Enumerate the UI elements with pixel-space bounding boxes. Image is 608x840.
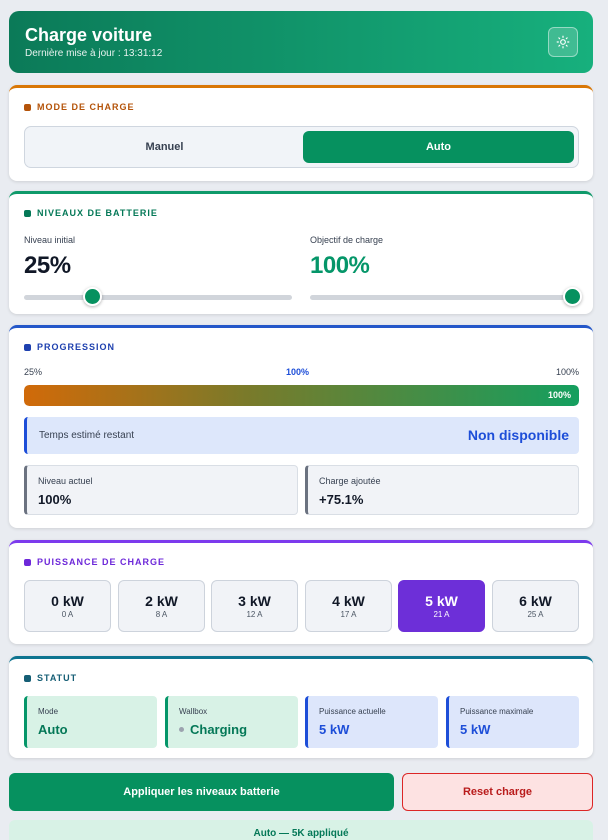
progress-bar-label: 100% bbox=[547, 390, 571, 400]
status-wallbox-label: Wallbox bbox=[179, 707, 208, 716]
power-option-5kw[interactable]: 5 kW 21 A bbox=[398, 580, 485, 632]
power-option-amps: 25 A bbox=[527, 610, 544, 619]
status-max-power-value: 5 kW bbox=[460, 722, 491, 737]
status-mode-value: Auto bbox=[38, 722, 68, 737]
theme-toggle-button[interactable] bbox=[548, 27, 578, 57]
power-option-amps: 17 A bbox=[340, 610, 357, 619]
power-option-amps: 8 A bbox=[155, 610, 168, 619]
power-option-amps: 12 A bbox=[246, 610, 263, 619]
apply-battery-levels-button[interactable]: Appliquer les niveaux batterie bbox=[9, 773, 394, 811]
power-option-0kw[interactable]: 0 kW 0 A bbox=[24, 580, 111, 632]
section-dot bbox=[24, 674, 31, 682]
current-level-label: Niveau actuel bbox=[38, 476, 93, 486]
section-dot bbox=[24, 343, 31, 351]
progress-tick-start: 25% bbox=[24, 367, 43, 377]
power-option-6kw[interactable]: 6 kW 25 A bbox=[492, 580, 579, 632]
charge-power-card: PUISSANCE DE CHARGE 0 kW 0 A 2 kW 8 A 3 … bbox=[9, 540, 593, 644]
target-level-slider[interactable] bbox=[310, 287, 582, 306]
page-title: Charge voiture bbox=[25, 25, 153, 45]
charge-mode-card: MODE DE CHARGE Manuel Auto bbox=[9, 85, 593, 181]
initial-level-label: Niveau initial bbox=[24, 235, 76, 245]
target-level-label: Objectif de charge bbox=[310, 235, 384, 245]
section-dot bbox=[24, 209, 31, 217]
sun-icon bbox=[556, 35, 570, 49]
status-current-power-value: 5 kW bbox=[319, 722, 350, 737]
status-max-power-box: Puissance maximale 5 kW bbox=[446, 696, 579, 748]
power-option-amps: 0 A bbox=[61, 610, 74, 619]
initial-level-slider[interactable] bbox=[24, 287, 292, 306]
progress-title: PROGRESSION bbox=[37, 342, 116, 352]
status-card: STATUT Mode Auto Wallbox Charging Puissa… bbox=[9, 656, 593, 758]
current-level-value: 100% bbox=[38, 492, 72, 507]
target-level-value: 100% bbox=[310, 252, 370, 279]
charge-added-stat: Charge ajoutée +75.1% bbox=[305, 465, 579, 515]
power-option-kw: 4 kW bbox=[332, 593, 365, 609]
mode-auto-button[interactable]: Auto bbox=[303, 131, 574, 163]
power-option-amps: 21 A bbox=[433, 610, 450, 619]
initial-level-slider-handle[interactable] bbox=[83, 287, 103, 306]
status-toast: Auto — 5K appliqué bbox=[9, 820, 593, 840]
current-level-stat: Niveau actuel 100% bbox=[24, 465, 298, 515]
power-option-kw: 3 kW bbox=[238, 593, 271, 609]
power-option-2kw[interactable]: 2 kW 8 A bbox=[118, 580, 205, 632]
status-current-power-label: Puissance actuelle bbox=[319, 707, 386, 716]
battery-levels-card: NIVEAUX DE BATTERIE Niveau initial 25% O… bbox=[9, 191, 593, 314]
wallbox-status-dot-icon bbox=[179, 727, 184, 733]
battery-levels-title: NIVEAUX DE BATTERIE bbox=[37, 208, 158, 218]
progress-tick-current: 100% bbox=[286, 367, 310, 377]
initial-level-value: 25% bbox=[24, 252, 71, 279]
status-mode-label: Mode bbox=[38, 707, 59, 716]
reset-charge-button[interactable]: Reset charge bbox=[402, 773, 593, 811]
last-update-text: Dernière mise à jour : 13:31:12 bbox=[25, 48, 163, 59]
power-option-3kw[interactable]: 3 kW 12 A bbox=[211, 580, 298, 632]
app-header: Charge voiture Dernière mise à jour : 13… bbox=[9, 11, 593, 73]
eta-value: Non disponible bbox=[467, 427, 569, 443]
charge-added-value: +75.1% bbox=[319, 492, 364, 507]
section-dot bbox=[24, 103, 31, 111]
section-dot bbox=[24, 558, 31, 566]
power-option-kw: 0 kW bbox=[51, 593, 84, 609]
charge-added-label: Charge ajoutée bbox=[319, 476, 381, 486]
status-max-power-label: Puissance maximale bbox=[460, 707, 534, 716]
status-wallbox-box: Wallbox Charging bbox=[165, 696, 298, 748]
power-option-kw: 6 kW bbox=[519, 593, 552, 609]
status-current-power-box: Puissance actuelle 5 kW bbox=[305, 696, 438, 748]
eta-label: Temps estimé restant bbox=[39, 430, 135, 441]
progress-card: PROGRESSION 25% 100% 100% 100% Temps est… bbox=[9, 325, 593, 528]
target-level-slider-handle[interactable] bbox=[563, 287, 582, 306]
power-option-4kw[interactable]: 4 kW 17 A bbox=[305, 580, 392, 632]
status-mode-box: Mode Auto bbox=[24, 696, 157, 748]
progress-bar-fill: 100% bbox=[24, 385, 579, 406]
charge-power-title: PUISSANCE DE CHARGE bbox=[37, 557, 166, 567]
status-wallbox-value: Charging bbox=[190, 722, 248, 737]
charge-mode-title: MODE DE CHARGE bbox=[37, 102, 135, 112]
progress-bar: 100% bbox=[24, 385, 579, 406]
progress-tick-end: 100% bbox=[555, 367, 579, 377]
mode-manuel-button[interactable]: Manuel bbox=[29, 131, 300, 163]
charge-mode-switch: Manuel Auto bbox=[24, 126, 579, 168]
eta-panel: Temps estimé restant Non disponible bbox=[24, 417, 579, 454]
power-option-kw: 2 kW bbox=[145, 593, 178, 609]
status-title: STATUT bbox=[37, 673, 78, 683]
power-option-kw: 5 kW bbox=[425, 593, 458, 609]
